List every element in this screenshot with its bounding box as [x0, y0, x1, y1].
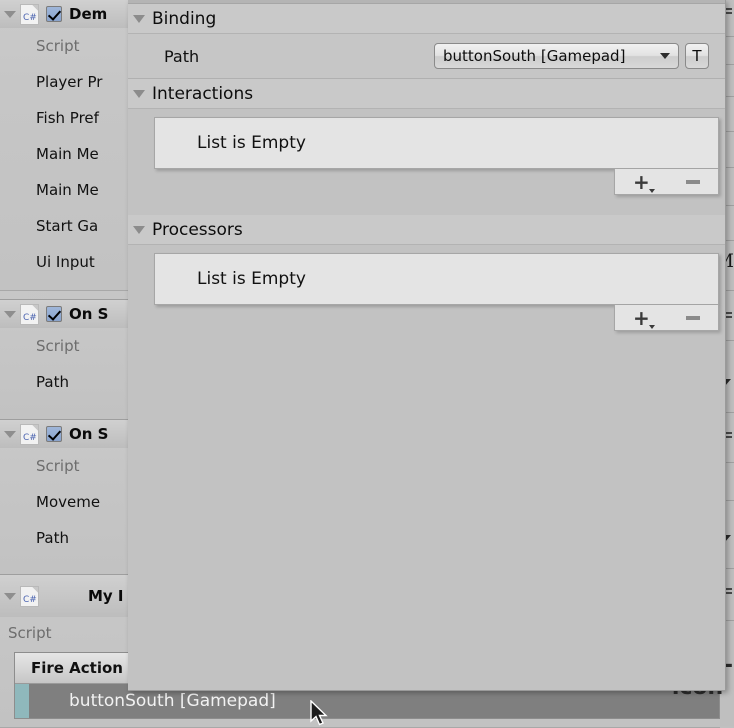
row-accent-bar — [15, 684, 29, 718]
binding-path-dropdown[interactable]: buttonSouth [Gamepad] — [434, 43, 679, 69]
interactions-addremove-bar: + — [154, 169, 719, 195]
foldout-triangle-icon[interactable] — [4, 10, 16, 18]
remove-interaction-button[interactable] — [685, 179, 700, 184]
component-title: Dem — [69, 5, 108, 23]
component-enabled-checkbox[interactable] — [46, 6, 62, 22]
path-label: Path — [164, 46, 200, 66]
component-enabled-checkbox[interactable] — [46, 306, 62, 322]
foldout-triangle-icon[interactable] — [4, 592, 16, 600]
processors-empty-box: List is Empty — [154, 253, 719, 305]
processors-addremove-buttons: + — [614, 305, 719, 331]
action-binding-label: buttonSouth [Gamepad] — [69, 691, 276, 711]
foldout-triangle-icon[interactable] — [133, 225, 145, 234]
chevron-down-icon — [660, 53, 670, 59]
path-controls: buttonSouth [Gamepad] T — [434, 43, 725, 69]
section-header-binding[interactable]: Binding — [128, 4, 725, 34]
interactions-empty-box: List is Empty — [154, 117, 719, 169]
component-title: My I — [88, 587, 124, 605]
section-title: Binding — [152, 8, 217, 29]
foldout-triangle-icon[interactable] — [133, 89, 145, 98]
section-title: Interactions — [152, 83, 254, 104]
foldout-triangle-icon[interactable] — [4, 430, 16, 438]
section-header-processors[interactable]: Processors — [128, 215, 725, 245]
csharp-script-icon — [20, 303, 39, 325]
component-title: On S — [69, 425, 109, 443]
component-title: On S — [69, 305, 109, 323]
foldout-triangle-icon[interactable] — [4, 310, 16, 318]
processors-addremove-bar: + — [154, 305, 719, 331]
action-table-header-label: Fire Action — [31, 659, 123, 677]
processors-list-area: List is Empty + — [128, 245, 725, 331]
path-toggle-button[interactable]: T — [685, 43, 709, 69]
remove-processor-button[interactable] — [685, 315, 700, 320]
popup-spacer — [128, 195, 725, 215]
foldout-triangle-icon[interactable] — [133, 14, 145, 23]
binding-path-value: buttonSouth [Gamepad] — [443, 47, 626, 65]
csharp-script-icon — [20, 585, 39, 607]
interactions-list-area: List is Empty + — [128, 109, 725, 195]
add-processor-button[interactable]: + — [633, 308, 655, 329]
interactions-addremove-buttons: + — [614, 169, 719, 195]
component-enabled-checkbox[interactable] — [46, 426, 62, 442]
binding-properties-popup: Binding Path buttonSouth [Gamepad] T Int… — [128, 0, 726, 691]
csharp-script-icon — [20, 423, 39, 445]
section-header-interactions[interactable]: Interactions — [128, 79, 725, 109]
binding-path-row: Path buttonSouth [Gamepad] T — [128, 34, 725, 79]
csharp-script-icon — [20, 3, 39, 25]
add-interaction-button[interactable]: + — [633, 172, 655, 193]
section-title: Processors — [152, 219, 243, 240]
